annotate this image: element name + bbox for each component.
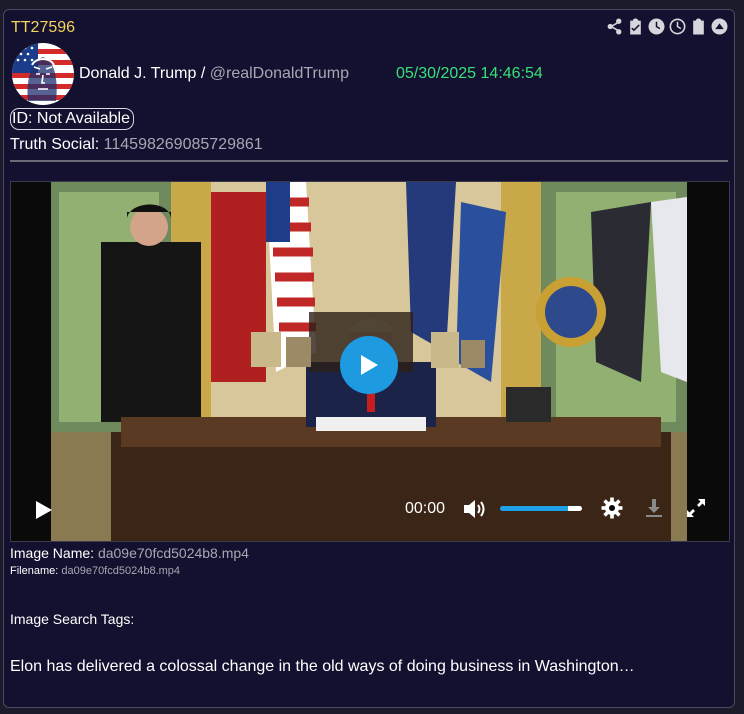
share-icon[interactable] (606, 18, 623, 35)
image-search-tags-label: Image Search Tags: (10, 611, 135, 627)
avatar[interactable] (12, 43, 74, 105)
clock-outline-icon[interactable] (669, 18, 686, 35)
clipboard-icon[interactable] (690, 18, 707, 35)
play-overlay-button[interactable] (340, 336, 398, 394)
image-name-value: da09e70fcd5024b8.mp4 (97, 545, 249, 561)
author-line: Donald J. Trump / @realDonaldTrump (79, 65, 349, 83)
gear-icon (601, 497, 623, 519)
fullscreen-icon (687, 499, 705, 517)
filename-label: Filename: (10, 565, 59, 577)
author-separator: / (200, 65, 206, 82)
author-name[interactable]: Donald J. Trump (79, 65, 196, 82)
settings-button[interactable] (600, 496, 624, 520)
image-name-label: Image Name: (10, 545, 95, 561)
truth-social-label: Truth Social: (10, 136, 100, 153)
divider (10, 160, 728, 162)
video-time: 00:00 (405, 500, 446, 517)
volume-slider-remainder (568, 506, 582, 511)
post-timestamp: 05/30/2025 14:46:54 (396, 65, 543, 82)
truth-social-id[interactable]: 114598269085729861 (104, 136, 263, 153)
video-controls: 00:00 (11, 481, 729, 541)
play-icon (361, 355, 378, 375)
volume-icon (464, 500, 485, 518)
clock-icon[interactable] (648, 18, 665, 35)
filename-line: Filename: da09e70fcd5024b8.mp4 (10, 565, 180, 577)
clipboard-check-icon[interactable] (627, 18, 644, 35)
play-icon (36, 501, 52, 519)
post-id: TT27596 (11, 19, 76, 36)
filename-value: da09e70fcd5024b8.mp4 (61, 565, 181, 577)
image-name-line: Image Name: da09e70fcd5024b8.mp4 (10, 545, 249, 561)
download-button[interactable] (642, 496, 666, 520)
id-badge: ID: Not Available (10, 108, 134, 130)
post-text: Elon has delivered a colossal change in … (10, 658, 635, 675)
play-button[interactable] (31, 498, 55, 522)
post-card: TT27596 Donald J. Trump / @realDonaldTru… (3, 9, 735, 708)
video-player[interactable]: 00:00 (10, 181, 730, 542)
post-toolbar (606, 18, 728, 35)
volume-slider[interactable] (500, 506, 582, 511)
volume-button[interactable] (462, 497, 488, 521)
scroll-up-icon[interactable] (711, 18, 728, 35)
author-handle[interactable]: @realDonaldTrump (210, 65, 349, 82)
truth-social-line: Truth Social: 114598269085729861 (10, 136, 263, 154)
fullscreen-button[interactable] (684, 496, 708, 520)
download-icon (646, 499, 662, 517)
